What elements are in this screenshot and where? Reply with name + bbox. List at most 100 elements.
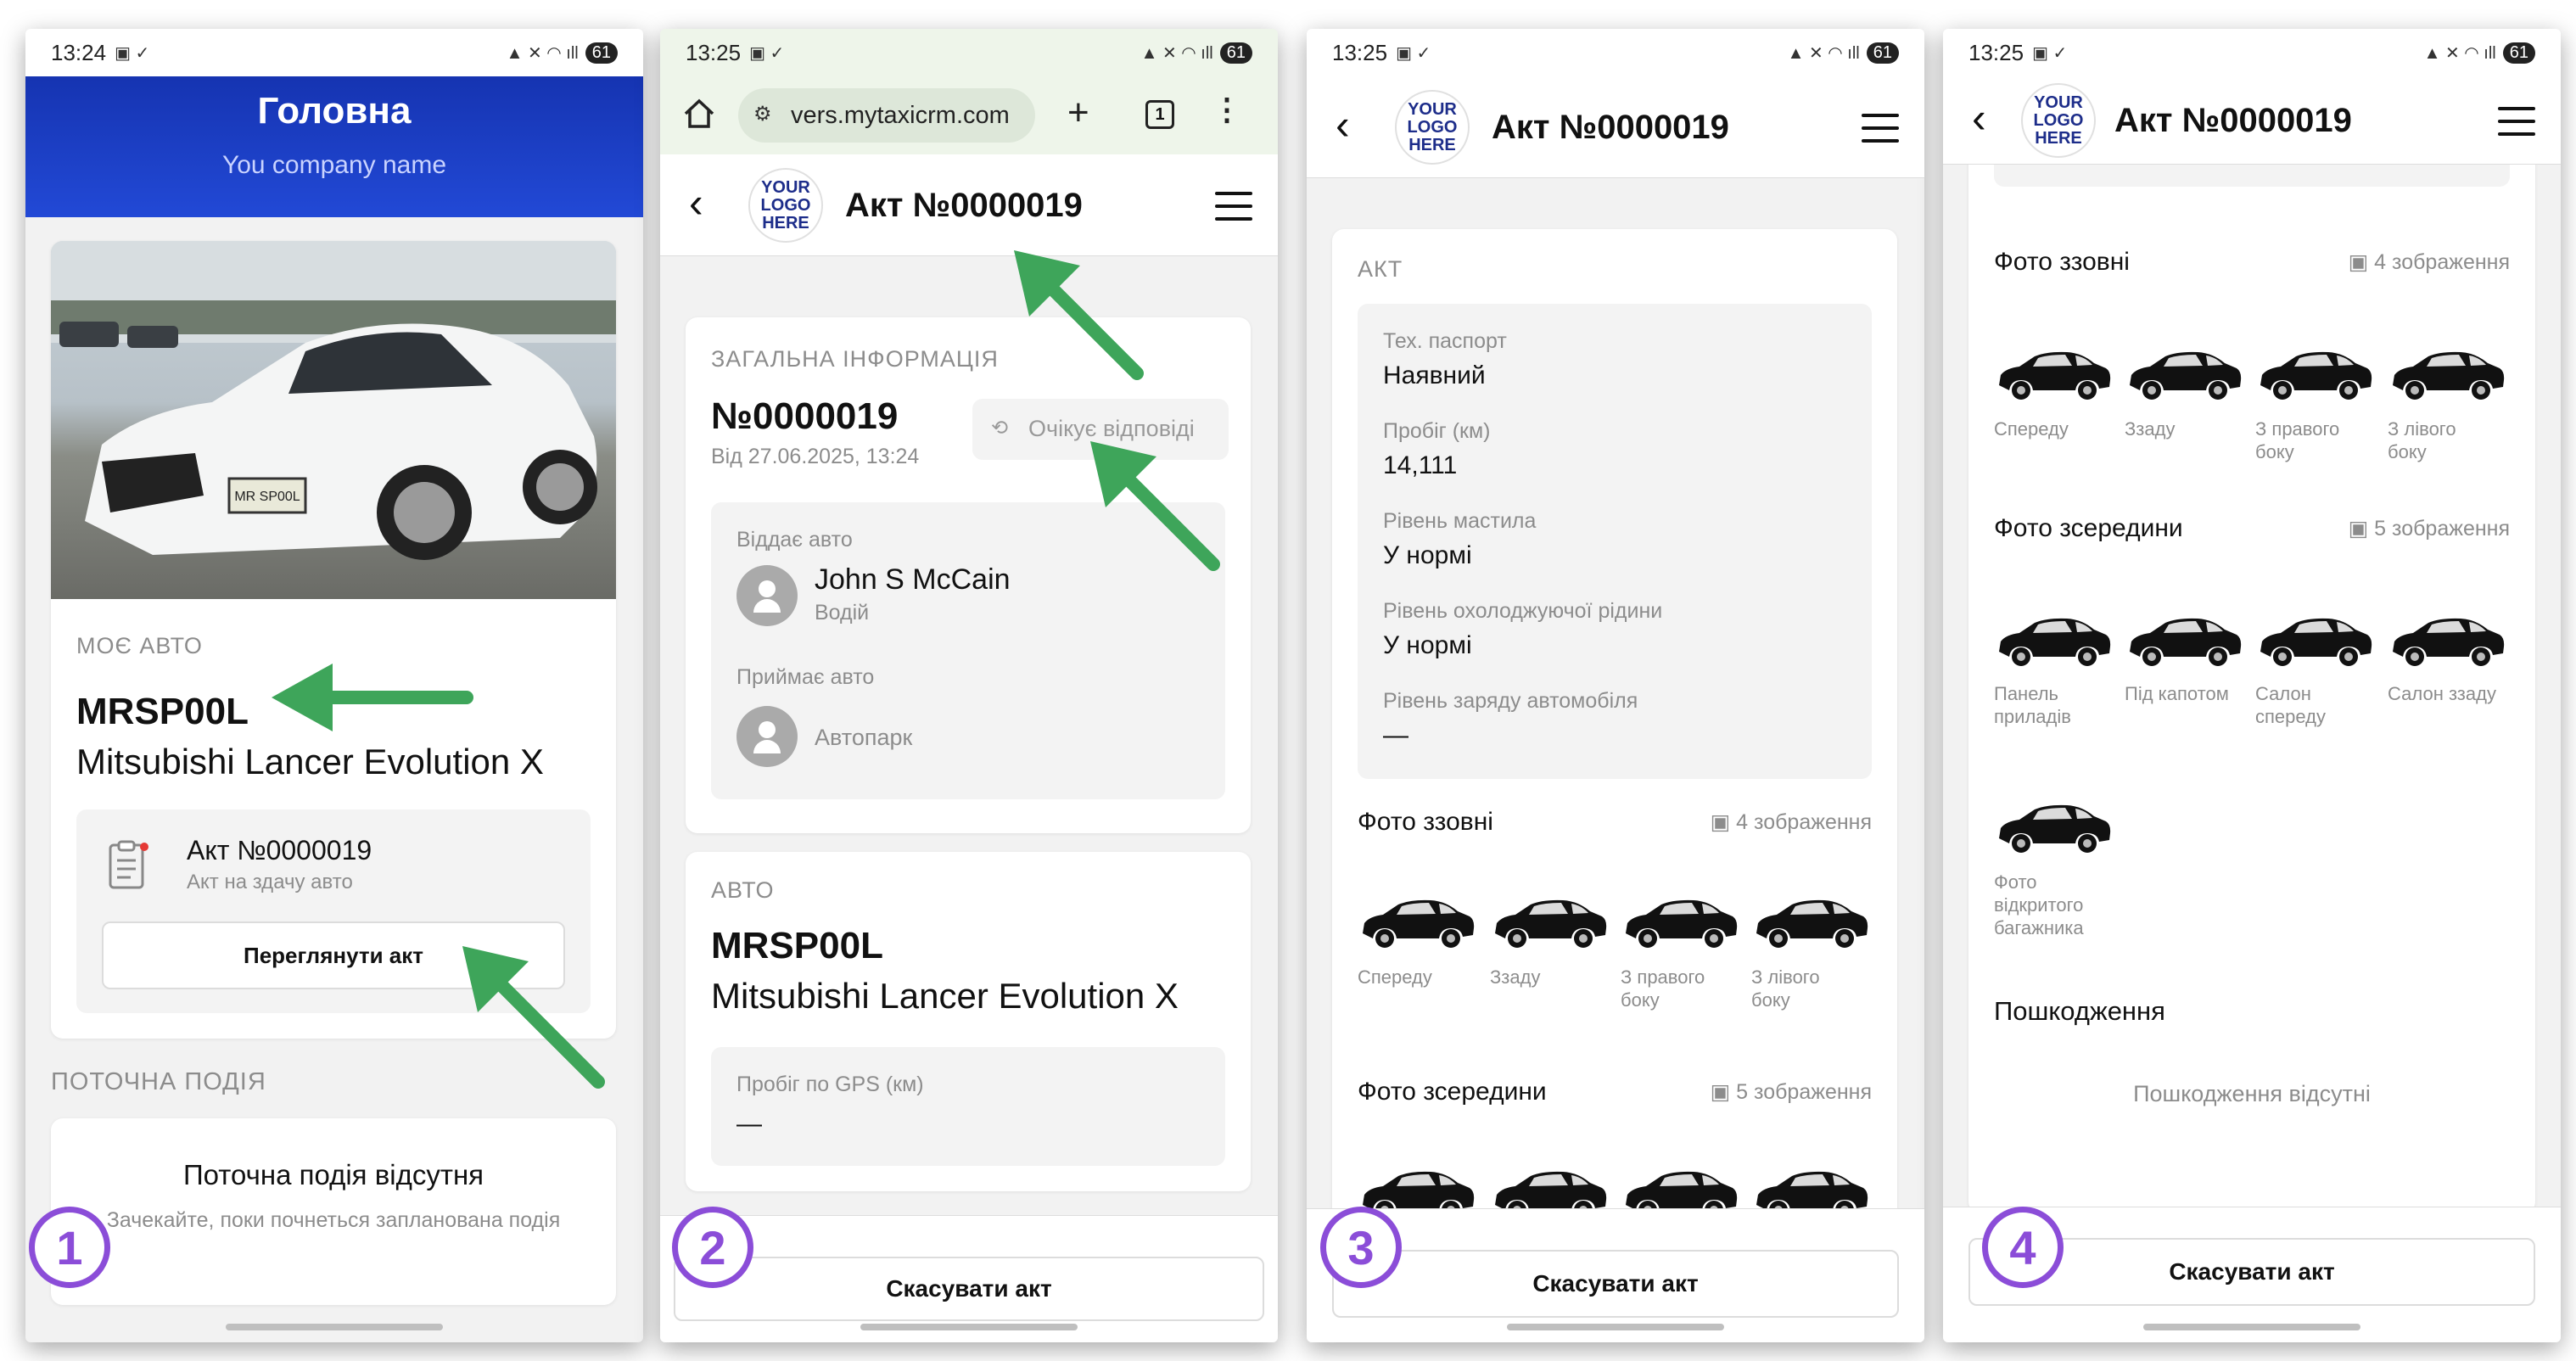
home-header: Головна You company name [25, 71, 643, 217]
home-icon[interactable] [682, 97, 716, 131]
photo-trunk[interactable] [1994, 796, 2113, 855]
site-settings-icon[interactable]: ⚙ [753, 102, 772, 126]
photo-rear-cabin[interactable] [2388, 609, 2506, 669]
home-indicator[interactable] [226, 1324, 443, 1330]
photo-under-hood[interactable] [2125, 609, 2243, 669]
outside-photos-title: Фото ззовні [1994, 248, 2130, 276]
act-number: №0000019 [711, 395, 899, 437]
outside-count-text: 4 зображення [1736, 810, 1872, 834]
notification-icons: ▣ ✓ [2032, 43, 2068, 63]
page-title: Акт №0000019 [845, 187, 1083, 224]
photo-caption-left: З лівого боку [2388, 418, 2456, 462]
back-icon[interactable]: ‹ [689, 178, 703, 227]
receiver-label: Приймає авто [736, 665, 875, 689]
inside-photos-count: ▣ 5 зображення [1711, 1079, 1872, 1105]
field-value-coolant: У нормі [1383, 631, 1472, 659]
photo-caption-rear: Ззаду [1490, 966, 1541, 988]
gps-value: — [736, 1110, 762, 1138]
photo-front-cabin[interactable] [2255, 609, 2374, 669]
signal-icons: ▲ ✕ ◠ ıll [506, 43, 579, 63]
status-bar: 13:25 ▣ ✓ ▲ ✕ ◠ ıll 61 [660, 29, 1278, 76]
clock-icon: ⟲ [991, 417, 1009, 440]
photo-right-side[interactable] [1621, 891, 1739, 950]
car-plate: MRSP00L [76, 691, 249, 732]
field-value-oil: У нормі [1383, 541, 1472, 569]
battery-icon: 61 [1866, 42, 1899, 64]
arrow-to-status [1090, 441, 1220, 571]
field-value-mileage: 14,111 [1383, 451, 1458, 479]
menu-icon[interactable] [1862, 114, 1899, 143]
new-tab-icon[interactable]: + [1067, 92, 1089, 134]
screen-act-details: 13:25 ▣ ✓ ▲ ✕ ◠ ıll 61 ‹ YOUR LOGO HERE Ак… [1307, 29, 1924, 1342]
event-empty-title: Поточна подія відсутня [182, 1159, 484, 1190]
menu-icon[interactable] [1215, 192, 1252, 221]
inside-photos-title: Фото зсередини [1994, 514, 2183, 542]
tabs-count-icon[interactable]: 1 [1145, 100, 1174, 129]
arrow-to-plate [272, 664, 473, 731]
battery-icon: 61 [2502, 42, 2535, 64]
signal-icons: ▲ ✕ ◠ ıll [1787, 43, 1860, 63]
event-empty-subtitle: Зачекайте, поки почнеться запланована по… [106, 1208, 561, 1232]
my-car-card: MR SP00L МОЄ АВТО MRSP00L Mitsubishi Lan… [51, 241, 616, 1039]
outside-photos-title: Фото ззовні [1358, 808, 1493, 836]
field-label-mileage: Пробіг (км) [1383, 419, 1491, 443]
notification-icons: ▣ ✓ [1396, 43, 1431, 63]
photo-caption-front: Спереду [1358, 966, 1432, 988]
url-field[interactable]: ⚙ vers.mytaxicrm.com [738, 88, 1035, 143]
photo-front[interactable] [1994, 343, 2113, 402]
outside-photos-count: ▣ 4 зображення [2349, 249, 2510, 275]
gps-label: Пробіг по GPS (км) [736, 1073, 924, 1096]
inside-photos-title: Фото зсередини [1358, 1078, 1547, 1106]
page-title: Акт №0000019 [1492, 109, 1729, 146]
inside-count-text: 5 зображення [2374, 517, 2510, 540]
car-plate: MRSP00L [711, 925, 883, 966]
arrow-to-view-button [462, 946, 605, 1089]
giver-label: Віддає авто [736, 528, 853, 552]
signal-icons: ▲ ✕ ◠ ıll [1140, 43, 1213, 63]
status-bar: 13:24 ▣ ✓ ▲ ✕ ◠ ıll 61 [25, 29, 643, 76]
outside-count-text: 4 зображення [2374, 250, 2510, 274]
photo-caption-rear-cabin: Салон ззаду [2388, 683, 2496, 704]
inside-count-text: 5 зображення [1736, 1080, 1872, 1104]
photo-caption-front: Спереду [1994, 418, 2069, 440]
home-indicator[interactable] [860, 1324, 1078, 1330]
back-icon[interactable]: ‹ [1336, 100, 1350, 149]
field-label-oil: Рівень мастила [1383, 509, 1537, 533]
photo-rear[interactable] [2125, 343, 2243, 402]
status-bar: 13:25 ▣ ✓ ▲ ✕ ◠ ıll 61 [1943, 29, 2561, 76]
page-title: Акт №0000019 [2114, 102, 2352, 139]
home-indicator[interactable] [2143, 1324, 2360, 1330]
battery-icon: 61 [1219, 42, 1252, 64]
menu-icon[interactable] [2498, 107, 2535, 136]
damage-empty-text: Пошкодження відсутні [2133, 1081, 2371, 1106]
company-name: You company name [221, 151, 447, 179]
photo-dashboard[interactable] [1994, 609, 2113, 669]
notification-icons: ▣ ✓ [749, 43, 785, 63]
back-icon[interactable]: ‹ [1972, 93, 1986, 143]
cancel-act-button[interactable]: Скасувати акт [1332, 1250, 1899, 1318]
gallery-icon: ▣ [1710, 810, 1737, 834]
photo-front[interactable] [1358, 891, 1476, 950]
my-car-caption: МОЄ АВТО [76, 633, 203, 658]
giver-role: Водій [815, 601, 870, 624]
arrow-to-act-title [1014, 250, 1144, 380]
gallery-icon: ▣ [2348, 250, 2375, 274]
photo-left-side[interactable] [2388, 343, 2506, 402]
field-value-charge: — [1383, 721, 1408, 749]
home-indicator[interactable] [1507, 1324, 1724, 1330]
photo-right-side[interactable] [2255, 343, 2374, 402]
step-badge-1: 1 [29, 1207, 110, 1288]
browser-menu-icon[interactable]: ⋮ [1212, 92, 1242, 127]
receiver-name: Автопарк [815, 725, 913, 750]
page-title: Головна [257, 90, 412, 132]
photos-card: Фото ззовні ▣ 4 зображення Спереду Ззаду… [1968, 148, 2535, 1213]
photo-rear[interactable] [1490, 891, 1609, 950]
act-date: Від 27.06.2025, 13:24 [711, 445, 920, 468]
screen-act-general: 13:25 ▣ ✓ ▲ ✕ ◠ ıll 61 ⚙ vers.mytaxicrm.co… [660, 29, 1278, 1342]
general-caption: ЗАГАЛЬНА ІНФОРМАЦІЯ [711, 346, 999, 372]
bottom-bar: Скасувати акт [1307, 1208, 1924, 1342]
photo-caption-right: З правого боку [2255, 418, 2340, 462]
photo-left-side[interactable] [1751, 891, 1870, 950]
cancel-act-button[interactable]: Скасувати акт [674, 1257, 1264, 1321]
status-time: 13:24 [51, 39, 107, 65]
